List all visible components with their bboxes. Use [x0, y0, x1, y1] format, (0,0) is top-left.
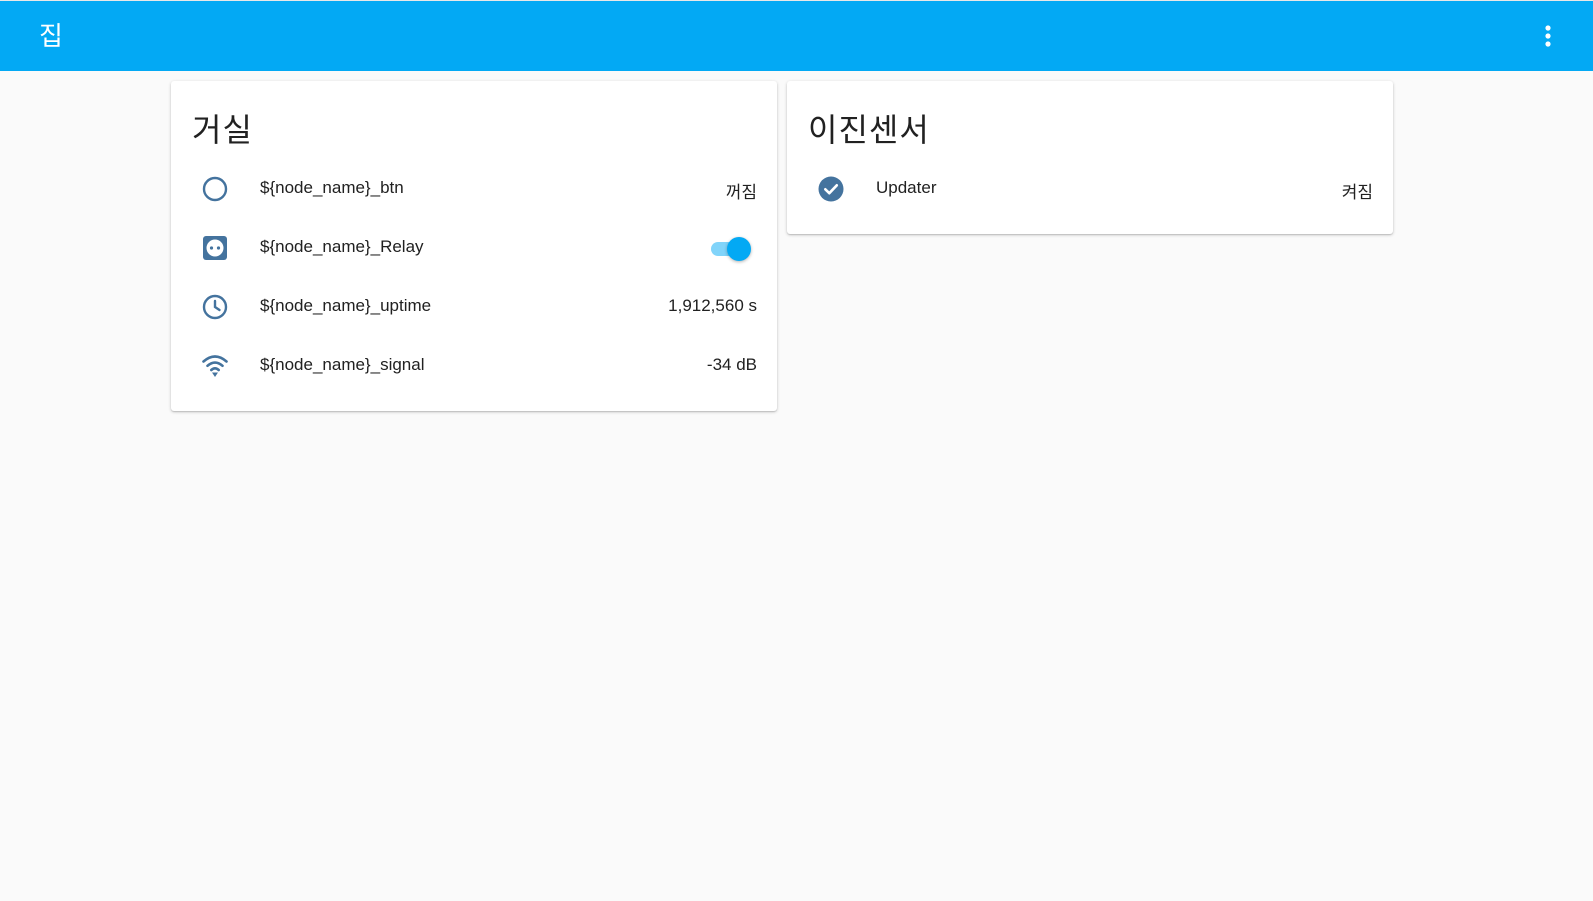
power-socket-icon — [201, 234, 229, 262]
entity-row-signal[interactable]: ${node_name}_signal -34 dB — [171, 340, 777, 390]
entity-row-uptime[interactable]: ${node_name}_uptime 1,912,560 s — [171, 281, 777, 331]
page-title: 집 — [39, 22, 63, 52]
entity-row-relay[interactable]: ${node_name}_Relay — [171, 222, 777, 272]
entity-state: -34 dB — [706, 355, 757, 374]
entity-name: ${node_name}_uptime — [260, 296, 432, 315]
circle-outline-icon — [201, 175, 229, 203]
entity-name: ${node_name}_signal — [260, 355, 425, 374]
app-toolbar: 집 — [0, 0, 1593, 71]
card-living-room: 거실 ${node_name}_btn 꺼짐 ${node_name}_Rela… — [171, 81, 777, 411]
entity-row-btn[interactable]: ${node_name}_btn 꺼짐 — [171, 163, 777, 213]
wifi-icon — [201, 352, 229, 380]
check-circle-icon — [817, 175, 845, 203]
entity-name: ${node_name}_Relay — [260, 237, 424, 256]
entity-state: 1,912,560 s — [668, 296, 757, 315]
entity-name: Updater — [876, 178, 937, 197]
entity-state: 꺼짐 — [725, 183, 757, 203]
entity-name: ${node_name}_btn — [260, 178, 404, 197]
toggle-thumb — [727, 237, 751, 261]
card-title: 거실 — [192, 111, 253, 149]
entity-row-updater[interactable]: Updater 켜짐 — [787, 163, 1393, 213]
relay-toggle-switch[interactable] — [707, 236, 751, 261]
dots-vertical-icon[interactable] — [1533, 19, 1563, 53]
clock-icon — [201, 293, 229, 321]
card-binary-sensor: 이진센서 Updater 켜짐 — [787, 81, 1393, 234]
entity-state: 켜짐 — [1341, 183, 1373, 203]
card-title: 이진센서 — [808, 111, 930, 149]
